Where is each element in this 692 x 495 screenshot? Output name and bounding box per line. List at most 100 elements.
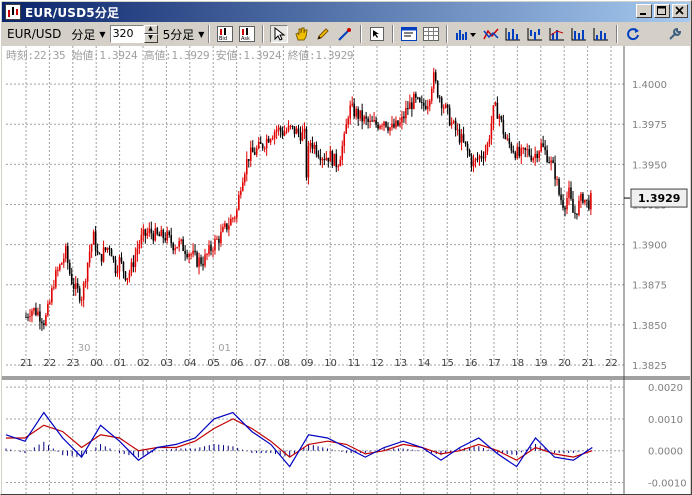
candle-body — [530, 155, 533, 161]
timeframe-dropdown[interactable]: 5分足 ▼ — [163, 26, 205, 43]
maximize-button[interactable] — [654, 4, 670, 18]
candle-body — [502, 119, 505, 135]
chart-canvas[interactable]: 1.40001.39751.39501.39251.39001.38751.38… — [2, 46, 690, 494]
candle-body — [526, 149, 529, 151]
candle-body — [560, 194, 562, 201]
candle-body — [556, 179, 558, 181]
candle-body — [224, 223, 226, 228]
candle-body — [307, 146, 310, 178]
candle-body — [339, 159, 342, 167]
candle-body — [70, 273, 73, 285]
indicator-2-button[interactable] — [482, 25, 500, 43]
candle-body — [245, 159, 248, 175]
pencil-tool-button[interactable] — [314, 25, 332, 43]
candle-body — [66, 246, 69, 263]
candle-body — [263, 148, 266, 150]
candle-body — [178, 241, 180, 248]
indicator-7-button[interactable] — [592, 25, 610, 43]
candle-body — [407, 107, 409, 110]
indicator-6-button[interactable] — [570, 25, 588, 43]
candle-body — [240, 190, 242, 195]
candle-body — [305, 128, 308, 178]
indicator-4-button[interactable] — [526, 25, 544, 43]
candle-body — [273, 131, 276, 139]
candle-body — [496, 102, 499, 119]
candle-body — [520, 148, 523, 157]
timeframe-value: 5分足 — [162, 27, 195, 42]
candle-body — [375, 120, 377, 125]
candle-body — [247, 159, 250, 161]
hand-tool-button[interactable] — [292, 25, 310, 43]
indicator-menu-icon — [456, 30, 477, 40]
ask-button[interactable]: Ask — [238, 25, 256, 43]
crosshair-cursor-button[interactable] — [368, 25, 386, 43]
candle-body — [208, 245, 210, 255]
candle-body — [174, 248, 176, 251]
stepper-up-button[interactable]: ▲ — [143, 25, 158, 34]
candle-body — [106, 247, 109, 251]
time-axis-label: 21 — [582, 358, 595, 369]
candle-body — [200, 257, 202, 264]
indicator-3-button[interactable] — [504, 25, 522, 43]
candle-body — [110, 249, 113, 257]
candle-body — [261, 143, 264, 149]
time-axis-label: 04 — [184, 358, 197, 369]
period-type-dropdown[interactable]: 分足 ▼ — [71, 26, 105, 43]
bar-count-stepper[interactable]: 320 ▲ ▼ — [109, 25, 158, 43]
candle-body — [140, 235, 143, 245]
candle-body — [514, 152, 517, 159]
candle-body — [508, 138, 511, 144]
price-axis-label: 1.3850 — [632, 321, 667, 332]
candle-body — [289, 125, 292, 127]
candle-body — [436, 81, 439, 98]
title-bar[interactable]: EUR/USD5分足 — [2, 2, 690, 22]
minimize-button[interactable] — [636, 4, 652, 18]
candle-body — [325, 157, 328, 161]
candle-body — [365, 116, 367, 119]
chart-area[interactable]: 1.40001.39751.39501.39251.39001.38751.38… — [2, 46, 690, 494]
price-axis-label: 1.3975 — [632, 120, 667, 131]
properties-button[interactable] — [400, 25, 418, 43]
candle-body — [377, 124, 379, 129]
candle-body — [442, 107, 445, 109]
bid-button[interactable]: Bid — [216, 25, 234, 43]
candle-body — [480, 155, 483, 158]
candle-body — [53, 287, 55, 289]
pointer-tool-button[interactable] — [270, 25, 289, 43]
candle-body — [291, 125, 294, 127]
candle-body — [570, 187, 572, 199]
candle-body — [405, 107, 407, 119]
bar-count-input[interactable]: 320 — [109, 25, 144, 43]
candle-body — [482, 157, 485, 159]
maximize-icon — [657, 6, 666, 15]
candle-body — [421, 101, 423, 103]
candle-body — [383, 121, 385, 126]
time-axis-label: 03 — [160, 358, 173, 369]
indicator-menu-button[interactable] — [454, 25, 478, 43]
close-button[interactable] — [672, 4, 688, 18]
candle-body — [470, 155, 473, 167]
symbol-label[interactable]: EUR/USD — [7, 27, 61, 41]
time-axis-label: 14 — [418, 358, 431, 369]
candle-body — [188, 254, 190, 258]
data-table-button[interactable] — [422, 25, 440, 43]
time-axis-label: 10 — [324, 358, 337, 369]
candle-body — [582, 193, 584, 203]
candle-body — [578, 200, 580, 215]
candle-body — [279, 127, 282, 132]
price-axis-label: 1.3950 — [632, 160, 667, 171]
settings-button[interactable] — [666, 25, 684, 43]
stepper-down-button[interactable]: ▼ — [143, 34, 158, 43]
time-axis-label: 09 — [301, 358, 314, 369]
candle-body — [154, 228, 157, 241]
pencil-icon — [317, 28, 330, 40]
time-axis-label: 16 — [465, 358, 478, 369]
window-title: EUR/USD5分足 — [25, 5, 120, 20]
wrench-icon — [669, 27, 682, 40]
candle-body — [335, 153, 338, 168]
refresh-button[interactable] — [624, 25, 642, 43]
indicator-5-button[interactable] — [548, 25, 566, 43]
time-axis-label: 20 — [558, 358, 571, 369]
candle-body — [37, 311, 39, 316]
line-tool-button[interactable] — [336, 25, 354, 43]
